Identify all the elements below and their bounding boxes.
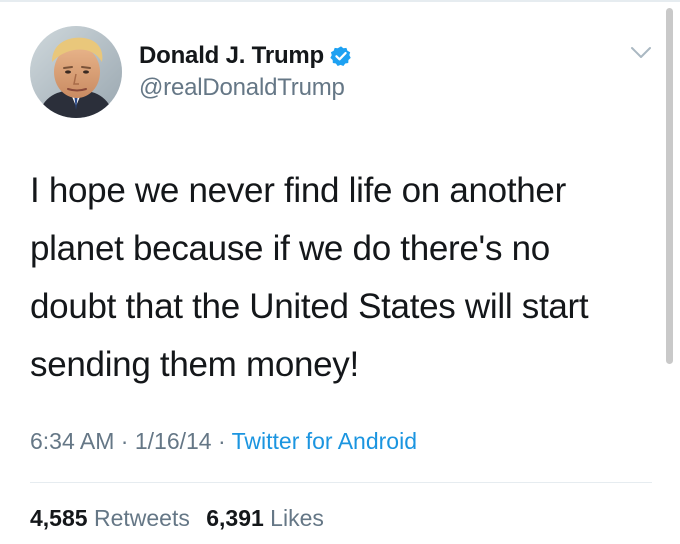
tweet-text-line: doubt that the United States will start: [30, 287, 589, 326]
author-info: Donald J. Trump @realDonaldTrump: [139, 40, 352, 102]
display-name[interactable]: Donald J. Trump: [139, 42, 324, 70]
meta-separator: ·: [211, 428, 232, 454]
name-row: Donald J. Trump: [139, 40, 352, 72]
tweet-header: Donald J. Trump @realDonaldTrump: [30, 26, 660, 126]
user-handle[interactable]: @realDonaldTrump: [139, 74, 352, 102]
meta-separator: ·: [114, 428, 135, 454]
tweet-source-link[interactable]: Twitter for Android: [232, 428, 417, 454]
likes-stat[interactable]: 6,391 Likes: [206, 505, 324, 531]
verified-badge-icon: [330, 45, 352, 67]
likes-label: Likes: [270, 505, 324, 531]
tweet-time[interactable]: 6:34 AM: [30, 428, 114, 454]
tweet-text-line: sending them money!: [30, 345, 359, 384]
chevron-down-icon[interactable]: [628, 44, 654, 62]
tweet-date[interactable]: 1/16/14: [135, 428, 212, 454]
tweet-meta: 6:34 AM · 1/16/14 · Twitter for Android: [30, 428, 417, 455]
retweets-stat[interactable]: 4,585 Retweets: [30, 505, 196, 531]
scrollbar[interactable]: [666, 8, 673, 364]
avatar-image: [30, 26, 122, 118]
stats-divider: [30, 482, 652, 483]
avatar[interactable]: [30, 26, 122, 118]
retweets-label: Retweets: [93, 505, 190, 531]
tweet-stats: 4,585 Retweets 6,391 Likes: [30, 505, 334, 532]
top-divider: [0, 0, 680, 2]
likes-count: 6,391: [206, 505, 264, 531]
tweet-text-line: planet because if we do there's no: [30, 229, 550, 268]
tweet-page: Donald J. Trump @realDonaldTrump I hope …: [0, 0, 680, 544]
tweet-text-line: I hope we never find life on another: [30, 171, 566, 210]
tweet-text: I hope we never find life on another pla…: [30, 162, 660, 394]
retweets-count: 4,585: [30, 505, 88, 531]
